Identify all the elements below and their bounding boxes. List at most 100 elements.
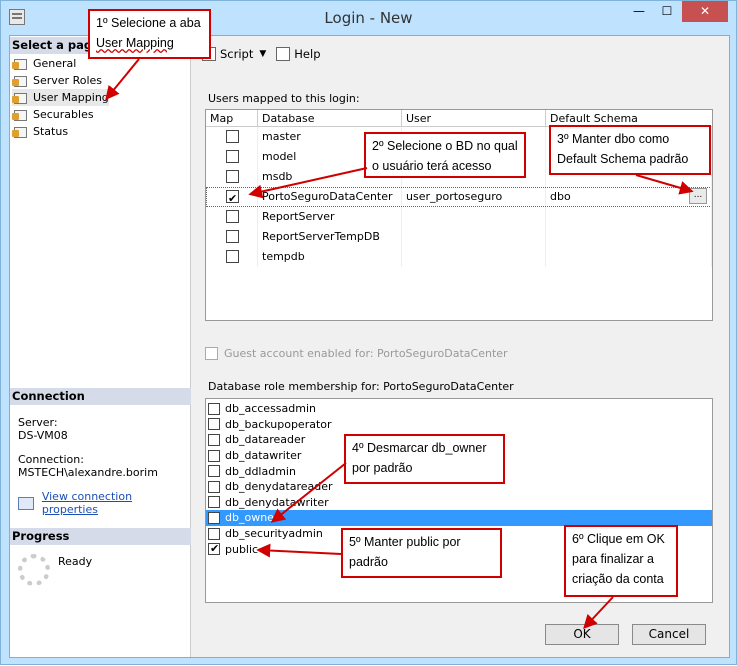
annotation-text: o usuário terá acesso	[372, 159, 492, 173]
annotation-step-4: 4º Desmarcar db_owner por padrão	[344, 434, 505, 484]
user-cell[interactable]: user_portoseguro	[402, 187, 546, 207]
user-cell[interactable]	[402, 207, 546, 227]
role-checkbox[interactable]	[208, 527, 220, 540]
server-label: Server:	[18, 416, 58, 429]
progress-status: Ready	[58, 555, 93, 568]
map-cell	[206, 167, 258, 187]
users-mapped-label: Users mapped to this login:	[208, 92, 360, 105]
annotation-text: para finalizar a	[572, 552, 654, 566]
script-label: Script	[220, 47, 254, 61]
role-checkbox[interactable]	[208, 465, 220, 478]
role-membership-label: Database role membership for: PortoSegur…	[208, 380, 514, 393]
role-checkbox[interactable]	[208, 496, 220, 509]
role-label: db_accessadmin	[225, 402, 316, 416]
minimize-button[interactable]: —	[626, 1, 652, 22]
annotation-text: criação da conta	[572, 572, 664, 586]
default-schema-cell[interactable]	[546, 207, 712, 227]
role-item[interactable]: db_backupoperator	[206, 417, 712, 433]
role-item[interactable]: db_denydatawriter	[206, 495, 712, 511]
role-label: db_backupoperator	[225, 417, 332, 431]
role-label: public	[225, 542, 259, 556]
role-checkbox[interactable]	[208, 433, 220, 446]
role-item[interactable]: db_owner	[206, 510, 712, 526]
properties-icon	[18, 496, 34, 510]
maximize-button[interactable]: ☐	[654, 1, 680, 22]
page-label: Securables	[33, 108, 94, 121]
map-checkbox[interactable]	[226, 170, 239, 183]
grid-row[interactable]: tempdb	[206, 247, 712, 267]
ok-button[interactable]: OK	[545, 624, 619, 645]
page-icon	[12, 92, 28, 104]
chevron-down-icon[interactable]: ▼	[259, 49, 266, 59]
database-cell: ReportServerTempDB	[258, 227, 402, 247]
map-cell	[206, 187, 258, 209]
schema-browse-button[interactable]: ...	[689, 188, 707, 204]
map-checkbox[interactable]	[226, 250, 239, 263]
grid-row[interactable]: ReportServerTempDB	[206, 227, 712, 247]
role-label: db_owner	[225, 511, 279, 525]
grid-row[interactable]: PortoSeguroDataCenteruser_portosegurodbo…	[206, 187, 712, 209]
default-schema-cell[interactable]	[546, 247, 712, 267]
column-header-default-schema[interactable]: Default Schema	[546, 110, 712, 126]
schema-value: dbo	[550, 190, 571, 203]
page-list: General Server Roles User Mapping Secura…	[12, 55, 109, 140]
page-item-status[interactable]: Status	[12, 123, 109, 140]
role-checkbox[interactable]	[208, 542, 220, 556]
left-pane: Select a page General Server Roles User …	[10, 36, 191, 657]
default-schema-cell[interactable]	[546, 227, 712, 247]
cancel-button[interactable]: Cancel	[632, 624, 706, 645]
column-header-database[interactable]: Database	[258, 110, 402, 126]
column-header-user[interactable]: User	[402, 110, 546, 126]
page-item-securables[interactable]: Securables	[12, 106, 109, 123]
annotation-step-3: 3º Manter dbo como Default Schema padrão	[549, 125, 711, 175]
map-checkbox[interactable]	[226, 230, 239, 243]
help-button[interactable]: Help	[276, 47, 321, 61]
role-checkbox[interactable]	[208, 402, 220, 415]
user-cell[interactable]	[402, 227, 546, 247]
page-label: General	[33, 57, 77, 70]
view-connection-properties[interactable]: View connection properties	[18, 490, 190, 516]
help-label: Help	[294, 47, 321, 61]
map-checkbox[interactable]	[226, 189, 239, 209]
annotation-step-1: 1º Selecione a aba User Mapping	[88, 9, 211, 59]
role-checkbox[interactable]	[208, 511, 220, 524]
connection-label: Connection:	[18, 453, 84, 466]
page-label: Server Roles	[33, 74, 103, 87]
close-button[interactable]: ✕	[682, 1, 728, 22]
server-value: DS-VM08	[18, 429, 68, 442]
database-cell: tempdb	[258, 247, 402, 267]
connection-header: Connection	[10, 388, 191, 405]
role-checkbox[interactable]	[208, 480, 220, 493]
map-cell	[206, 227, 258, 247]
annotation-text: padrão	[349, 555, 388, 569]
view-connection-properties-link[interactable]: View connection properties	[42, 490, 190, 516]
annotation-step-2: 2º Selecione o BD no qual o usuário terá…	[364, 132, 526, 178]
annotation-text: 4º Desmarcar db_owner	[352, 441, 487, 455]
default-schema-cell[interactable]: dbo...	[546, 187, 712, 207]
user-cell[interactable]	[402, 247, 546, 267]
progress-header: Progress	[10, 528, 191, 545]
annotation-text: 3º Manter dbo como	[557, 132, 670, 146]
page-icon	[12, 109, 28, 121]
grid-row[interactable]: ReportServer	[206, 207, 712, 227]
map-cell	[206, 207, 258, 227]
page-icon	[12, 75, 28, 87]
annotation-text: 5º Manter public por	[349, 535, 461, 549]
annotation-text: User Mapping	[96, 36, 174, 50]
map-checkbox[interactable]	[226, 210, 239, 223]
page-item-user-mapping[interactable]: User Mapping	[12, 89, 109, 106]
annotation-text: Default Schema padrão	[557, 152, 689, 166]
role-label: db_denydatareader	[225, 480, 333, 494]
script-button[interactable]: Script ▼	[202, 47, 266, 61]
role-item[interactable]: db_accessadmin	[206, 401, 712, 417]
map-cell	[206, 127, 258, 147]
annotation-text: 2º Selecione o BD no qual	[372, 139, 518, 153]
page-label: Status	[33, 125, 69, 138]
map-checkbox[interactable]	[226, 130, 239, 143]
column-header-map[interactable]: Map	[206, 110, 258, 126]
role-checkbox[interactable]	[208, 418, 220, 431]
map-checkbox[interactable]	[226, 150, 239, 163]
guest-account-checkbox	[205, 347, 218, 360]
role-checkbox[interactable]	[208, 449, 220, 462]
page-item-server-roles[interactable]: Server Roles	[12, 72, 109, 89]
